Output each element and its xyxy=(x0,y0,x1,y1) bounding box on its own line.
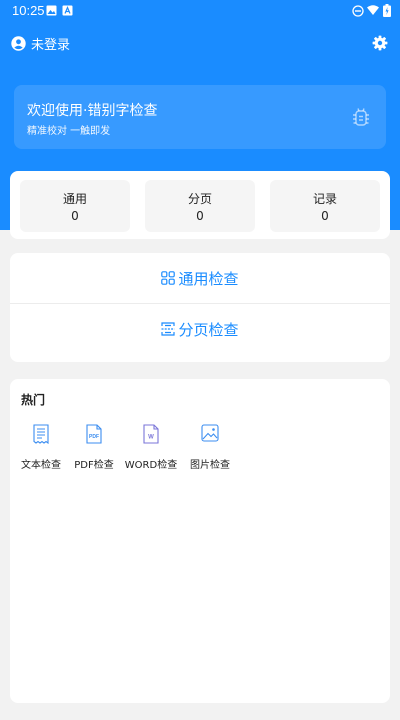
status-time: 10:25 xyxy=(12,3,45,18)
app-notification-icon xyxy=(62,5,73,16)
settings-button[interactable] xyxy=(372,35,388,55)
image-check-label: 图片检查 xyxy=(190,460,230,471)
top-bar: 未登录 xyxy=(0,28,400,60)
bug-icon xyxy=(353,108,369,126)
check-actions-card: 通用检查 分页检查 xyxy=(10,253,390,362)
stat-paged-value: 0 xyxy=(196,209,204,223)
image-check-tool[interactable]: 图片检查 xyxy=(182,424,238,471)
wifi-icon xyxy=(367,5,379,15)
stats-card: 通用 0 分页 0 记录 0 xyxy=(10,171,390,239)
stat-records-label: 记录 xyxy=(312,192,337,206)
stat-paged-label: 分页 xyxy=(187,192,212,206)
battery-icon xyxy=(383,4,391,17)
word-icon: W xyxy=(143,424,159,444)
general-check-button[interactable]: 通用检查 xyxy=(10,253,390,303)
image-icon xyxy=(201,424,219,442)
pdf-check-tool[interactable]: PDF PDF检查 xyxy=(66,424,122,471)
banner-title: 欢迎使用·错别字检查 xyxy=(27,103,158,119)
word-check-label: WORD检查 xyxy=(124,460,178,471)
stat-records-value: 0 xyxy=(321,209,329,223)
stat-general-value: 0 xyxy=(71,209,79,223)
hot-tools-card: 热门 文本检查 PDF PDF检查 W WORD检查 图片检查 xyxy=(10,379,390,703)
stat-records[interactable]: 记录 0 xyxy=(270,180,380,232)
word-check-tool[interactable]: W WORD检查 xyxy=(123,424,179,471)
gallery-notification-icon xyxy=(46,5,57,16)
grid-icon xyxy=(161,271,176,285)
svg-text:W: W xyxy=(148,435,154,441)
paged-check-label: 分页检查 xyxy=(178,320,239,339)
stat-general[interactable]: 通用 0 xyxy=(20,180,130,232)
stat-general-label: 通用 xyxy=(62,192,87,206)
paged-check-button[interactable]: 分页检查 xyxy=(10,304,390,354)
pdf-icon: PDF xyxy=(86,424,102,444)
welcome-banner: 欢迎使用·错别字检查 精准校对 一触即发 xyxy=(14,85,386,149)
login-button[interactable]: 未登录 xyxy=(11,34,70,53)
banner-subtitle: 精准校对 一触即发 xyxy=(27,126,111,137)
status-bar: 10:25 xyxy=(0,0,400,24)
do-not-disturb-icon xyxy=(352,5,364,17)
pdf-check-label: PDF检查 xyxy=(74,460,114,471)
hot-section-title: 热门 xyxy=(21,393,46,407)
split-page-icon xyxy=(161,322,176,336)
text-check-label: 文本检查 xyxy=(21,460,61,471)
login-status-label: 未登录 xyxy=(31,38,71,53)
general-check-label: 通用检查 xyxy=(178,269,239,288)
stat-paged[interactable]: 分页 0 xyxy=(145,180,255,232)
text-doc-icon xyxy=(33,424,49,444)
svg-text:PDF: PDF xyxy=(89,434,99,440)
account-icon xyxy=(11,36,26,51)
text-check-tool[interactable]: 文本检查 xyxy=(13,424,69,471)
gear-icon xyxy=(372,35,388,51)
